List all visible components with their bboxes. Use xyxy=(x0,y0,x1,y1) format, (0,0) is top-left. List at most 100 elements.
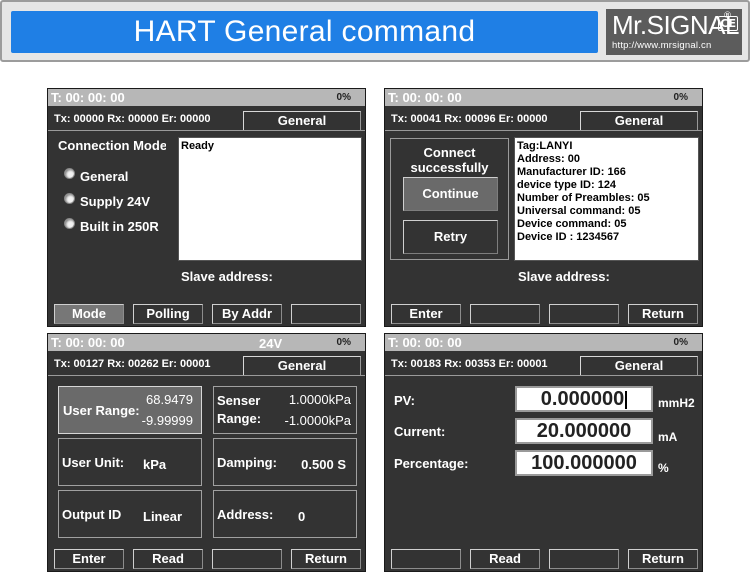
info-line: Address: 00 xyxy=(517,153,580,165)
ce-mark-icon: CE xyxy=(718,16,738,31)
screen-connection-mode: T: 00: 00: 00 0% Tx: 00000 Rx: 00000 Er:… xyxy=(47,88,366,327)
screen-process-variables: T: 00: 00: 00 0% Tx: 00183 Rx: 00353 Er:… xyxy=(384,333,703,572)
user-range-upper: 68.9479 xyxy=(146,392,193,407)
divider xyxy=(385,375,702,376)
current-label: Current: xyxy=(394,424,446,439)
status-bar: T: 00: 00: 00 0% xyxy=(385,89,702,106)
sensor-range-upper: 1.0000kPa xyxy=(288,392,351,407)
header-banner: HART General command Mr.SIGNAL ® CE http… xyxy=(0,0,750,62)
text-cursor-icon xyxy=(625,390,628,409)
damping-value: 0.500 S xyxy=(301,457,346,472)
damping-label: Damping: xyxy=(217,455,277,470)
return-button[interactable]: Return xyxy=(628,549,698,569)
user-range-label: User Range: xyxy=(63,403,140,418)
pv-label: PV: xyxy=(394,393,415,408)
percentage-label: Percentage: xyxy=(394,456,469,471)
output-id-cell[interactable]: Output ID Linear xyxy=(58,490,202,538)
connect-message-line2: successfully xyxy=(410,160,489,175)
tx-rx-er-counters: Tx: 00041 Rx: 00096 Er: 00000 xyxy=(391,113,548,125)
output-id-value: Linear xyxy=(143,509,183,524)
mode-tab[interactable]: General xyxy=(243,111,361,131)
info-line: device type ID: 124 xyxy=(517,179,617,191)
by-addr-button[interactable]: By Addr xyxy=(212,304,282,324)
radio-label: General xyxy=(80,169,129,184)
user-unit-label: User Unit: xyxy=(62,455,125,470)
divider xyxy=(48,375,365,376)
user-range-cell[interactable]: User Range: 68.9479 -9.99999 xyxy=(58,386,202,434)
pv-value: 0.000000 xyxy=(540,388,625,410)
slave-address-label: Slave address: xyxy=(518,269,610,284)
divider xyxy=(48,130,365,131)
radio-general[interactable]: General xyxy=(64,168,129,184)
page-title: HART General command xyxy=(11,11,598,53)
mode-tab[interactable]: General xyxy=(243,356,361,376)
device-info-textbox: Tag:LANYI Address: 00 Manufacturer ID: 1… xyxy=(514,137,699,261)
radio-icon xyxy=(64,218,75,229)
elapsed-time: T: 00: 00: 00 xyxy=(388,335,462,350)
continue-button[interactable]: Continue xyxy=(403,177,498,211)
connect-message: Connect successfully xyxy=(391,145,508,175)
enter-button[interactable]: Enter xyxy=(391,304,461,324)
function-key-bar: Mode Polling By Addr xyxy=(48,304,365,326)
read-button[interactable]: Read xyxy=(133,549,203,569)
slave-address-label: Slave address: xyxy=(181,269,273,284)
radio-supply-24v[interactable]: Supply 24V xyxy=(64,193,150,209)
percentage-value-field[interactable]: 100.000000 xyxy=(515,450,653,476)
output-id-label: Output ID xyxy=(62,507,122,522)
info-line: Tag:LANYI xyxy=(517,140,573,152)
screen-connect-result: T: 00: 00: 00 0% Tx: 00041 Rx: 00096 Er:… xyxy=(384,88,703,327)
battery-percent: 0% xyxy=(336,337,351,348)
enter-button[interactable]: Enter xyxy=(54,549,124,569)
return-button[interactable]: Return xyxy=(628,304,698,324)
battery-percent: 0% xyxy=(673,92,688,103)
radio-built-in-250r[interactable]: Built in 250R xyxy=(64,218,159,234)
read-button[interactable]: Read xyxy=(470,549,540,569)
damping-cell[interactable]: Damping: 0.500 S xyxy=(213,438,357,486)
blank-function-key[interactable] xyxy=(291,304,361,324)
blank-function-key[interactable] xyxy=(391,549,461,569)
pv-value-field[interactable]: 0.000000 xyxy=(515,386,653,412)
status-text: Ready xyxy=(181,140,215,152)
status-bar: T: 00: 00: 00 24V 0% xyxy=(48,334,365,351)
current-value-field[interactable]: 20.000000 xyxy=(515,418,653,444)
function-key-bar: Enter Read Return xyxy=(48,549,365,571)
sensor-range-lower: -1.0000kPa xyxy=(284,413,352,428)
connect-message-line1: Connect xyxy=(423,145,476,160)
address-label: Address: xyxy=(217,507,274,522)
battery-percent: 0% xyxy=(336,92,351,103)
sensor-range-cell[interactable]: Senser Range: 1.0000kPa -1.0000kPa xyxy=(213,386,357,434)
mode-tab[interactable]: General xyxy=(580,356,698,376)
blank-function-key[interactable] xyxy=(212,549,282,569)
elapsed-time: T: 00: 00: 00 xyxy=(51,335,125,350)
mode-tab[interactable]: General xyxy=(580,111,698,131)
radio-label: Built in 250R xyxy=(80,219,159,234)
blank-function-key[interactable] xyxy=(549,549,619,569)
tx-rx-er-counters: Tx: 00000 Rx: 00000 Er: 00000 xyxy=(54,113,211,125)
blank-function-key[interactable] xyxy=(470,304,540,324)
mode-button[interactable]: Mode xyxy=(54,304,124,324)
percentage-unit: % xyxy=(658,461,669,475)
screen-device-config: T: 00: 00: 00 24V 0% Tx: 00127 Rx: 00262… xyxy=(47,333,366,572)
user-unit-cell[interactable]: User Unit: kPa xyxy=(58,438,202,486)
info-line: Number of Preambles: 05 xyxy=(517,192,650,204)
info-line: Device command: 05 xyxy=(517,218,627,230)
pv-unit: mmH2 xyxy=(658,396,695,410)
retry-button[interactable]: Retry xyxy=(403,220,498,254)
radio-icon xyxy=(64,193,75,204)
polling-button[interactable]: Polling xyxy=(133,304,203,324)
blank-function-key[interactable] xyxy=(549,304,619,324)
status-bar: T: 00: 00: 00 0% xyxy=(385,334,702,351)
brand-logo: Mr.SIGNAL ® CE http://www.mrsignal.cn xyxy=(606,9,742,55)
address-cell[interactable]: Address: 0 xyxy=(213,490,357,538)
divider xyxy=(385,130,702,131)
address-value: 0 xyxy=(298,509,306,524)
current-unit: mA xyxy=(658,430,678,444)
return-button[interactable]: Return xyxy=(291,549,361,569)
elapsed-time: T: 00: 00: 00 xyxy=(388,90,462,105)
elapsed-time: T: 00: 00: 00 xyxy=(51,90,125,105)
status-bar: T: 00: 00: 00 0% xyxy=(48,89,365,106)
info-line: Universal command: 05 xyxy=(517,205,641,217)
user-range-lower: -9.99999 xyxy=(141,413,193,428)
sensor-range-label-line1: Senser xyxy=(217,393,261,408)
connect-status-panel: Connect successfully Continue Retry xyxy=(390,138,509,260)
